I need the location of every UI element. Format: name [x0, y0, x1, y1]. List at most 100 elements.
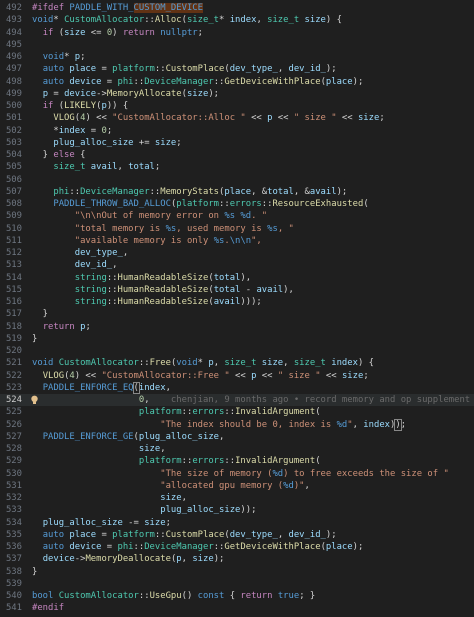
code-line[interactable]: 507 phi::DeviceManager::MemoryStats(plac… [0, 186, 474, 198]
line-number[interactable]: 539 [0, 578, 22, 590]
line-number[interactable]: 525 [0, 406, 22, 418]
line-number[interactable]: 495 [0, 39, 22, 51]
line-number[interactable]: 510 [0, 223, 22, 235]
line-number[interactable]: 503 [0, 137, 22, 149]
code-line[interactable]: 504 } else { [0, 149, 474, 161]
line-number[interactable]: 514 [0, 272, 22, 284]
code-line[interactable]: 500 if (LIKELY(p)) { [0, 100, 474, 112]
line-number[interactable]: 505 [0, 161, 22, 173]
code-line[interactable]: 511 "available memory is only %s.\n\n", [0, 235, 474, 247]
line-number[interactable]: 521 [0, 357, 22, 369]
line-number[interactable]: 500 [0, 100, 22, 112]
code-line[interactable]: 502 *index = 0; [0, 125, 474, 137]
code-line[interactable]: 505 size_t avail, total; [0, 161, 474, 173]
line-number[interactable]: 504 [0, 149, 22, 161]
line-number[interactable]: 528 [0, 443, 22, 455]
code-line[interactable]: 512 dev_type_, [0, 247, 474, 259]
code-line[interactable]: 509 "\n\nOut of memory error on %s %d. " [0, 210, 474, 222]
line-number[interactable]: 526 [0, 419, 22, 431]
line-number[interactable]: 498 [0, 76, 22, 88]
code-line[interactable]: 508 PADDLE_THROW_BAD_ALLOC (platform::err… [0, 198, 474, 210]
code-line[interactable]: 501 VLOG(4) << "CustomAllocator::Alloc "… [0, 112, 474, 124]
line-number[interactable]: 497 [0, 63, 22, 75]
line-number[interactable]: 534 [0, 517, 22, 529]
line-number[interactable]: 524 [0, 394, 22, 406]
line-number[interactable]: 531 [0, 480, 22, 492]
code-line[interactable]: 535 auto place = platform::CustomPlace(d… [0, 529, 474, 541]
line-number[interactable]: 523 [0, 382, 22, 394]
line-number[interactable]: 494 [0, 27, 22, 39]
line-number[interactable]: 540 [0, 590, 22, 602]
line-number[interactable]: 532 [0, 492, 22, 504]
code-line[interactable]: 533 plug_alloc_size)); [0, 504, 474, 516]
line-number[interactable]: 512 [0, 247, 22, 259]
line-number[interactable]: 508 [0, 198, 22, 210]
code-line[interactable]: 518 return p; [0, 321, 474, 333]
code-line[interactable]: 531 "allocated gpu memory (%d)", [0, 480, 474, 492]
line-number[interactable]: 541 [0, 602, 22, 614]
code-line[interactable]: 537 device->MemoryDeallocate(p, size); [0, 553, 474, 565]
line-number[interactable]: 511 [0, 235, 22, 247]
line-number[interactable]: 522 [0, 370, 22, 382]
code-editor[interactable]: 492 #ifdef PADDLE_WITH_CUSTOM_DEVICE 493 vo… [0, 0, 474, 617]
code-line[interactable]: 539 [0, 578, 474, 590]
code-line[interactable]: 499 p = device->MemoryAllocate(size); [0, 88, 474, 100]
code-line[interactable]: 530 "The size of memory (%d) to free exc… [0, 468, 474, 480]
line-number[interactable]: 513 [0, 259, 22, 271]
line-number[interactable]: 516 [0, 296, 22, 308]
code-line[interactable]: 523 PADDLE_ENFORCE_EQ(index, [0, 381, 474, 394]
code-line[interactable]: 526 "The index should be 0, index is %d"… [0, 418, 474, 431]
line-number[interactable]: 529 [0, 455, 22, 467]
code-line[interactable]: 525 platform::errors::InvalidArgument( [0, 406, 474, 418]
code-line[interactable]: 519} [0, 333, 474, 345]
code-line[interactable]: 516 string::HumanReadableSize(avail))); [0, 296, 474, 308]
line-number[interactable]: 518 [0, 321, 22, 333]
code-line[interactable]: 492 #ifdef PADDLE_WITH_CUSTOM_DEVICE [0, 2, 474, 14]
code-line[interactable]: 532 size, [0, 492, 474, 504]
line-number[interactable]: 537 [0, 553, 22, 565]
line-number[interactable]: 538 [0, 566, 22, 578]
line-number[interactable]: 515 [0, 284, 22, 296]
code-line[interactable]: 503 plug_alloc_size += size; [0, 137, 474, 149]
code-line[interactable]: 514 string::HumanReadableSize(total), [0, 272, 474, 284]
code-line[interactable]: 529 platform::errors::InvalidArgument( [0, 455, 474, 467]
code-line[interactable]: 495 [0, 39, 474, 51]
line-number[interactable]: 519 [0, 333, 22, 345]
code-line[interactable]: 541 #endif [0, 602, 474, 614]
line-number[interactable]: 499 [0, 88, 22, 100]
line-number[interactable]: 533 [0, 504, 22, 516]
code-line[interactable]: 494 if (size <= 0) return nullptr; [0, 27, 474, 39]
code-line[interactable]: 527 PADDLE_ENFORCE_GE(plug_alloc_size, [0, 431, 474, 443]
line-number[interactable]: 527 [0, 431, 22, 443]
code-line[interactable]: 497 auto place = platform::CustomPlace(d… [0, 63, 474, 75]
line-number[interactable]: 520 [0, 345, 22, 357]
code-line[interactable]: 524 0, chenjian, 9 months ago • record m… [0, 394, 474, 407]
code-line[interactable]: 536 auto device = phi::DeviceManager::Ge… [0, 541, 474, 553]
code-line[interactable]: 498 auto device = phi::DeviceManager::Ge… [0, 76, 474, 88]
line-number[interactable]: 502 [0, 125, 22, 137]
code-line[interactable]: 513 dev_id_, [0, 259, 474, 271]
line-number[interactable]: 492 [0, 2, 22, 14]
code-line[interactable]: 493 void* CustomAllocator::Alloc(size_t* … [0, 14, 474, 26]
code-line[interactable]: 517 } [0, 308, 474, 320]
code-line[interactable]: 506 [0, 174, 474, 186]
line-number[interactable]: 509 [0, 210, 22, 222]
line-number[interactable]: 536 [0, 541, 22, 553]
line-number[interactable]: 493 [0, 14, 22, 26]
line-number[interactable]: 530 [0, 468, 22, 480]
code-line[interactable]: 538} [0, 566, 474, 578]
code-line[interactable]: 496 void* p; [0, 51, 474, 63]
code-line[interactable]: 520 [0, 345, 474, 357]
line-number[interactable]: 501 [0, 112, 22, 124]
code-line[interactable]: 510 "total memory is %s, used memory is … [0, 223, 474, 235]
code-line[interactable]: 540 bool CustomAllocator::UseGpu() const … [0, 590, 474, 602]
line-number[interactable]: 507 [0, 186, 22, 198]
code-line[interactable]: 528 size, [0, 443, 474, 455]
code-line[interactable]: 521 void CustomAllocator::Free(void* p, s… [0, 357, 474, 369]
line-number[interactable]: 535 [0, 529, 22, 541]
code-line[interactable]: 534 plug_alloc_size -= size; [0, 517, 474, 529]
line-number[interactable]: 517 [0, 308, 22, 320]
code-line[interactable]: 515 string::HumanReadableSize(total - av… [0, 284, 474, 296]
code-line[interactable]: 522 VLOG(4) << "CustomAllocator::Free " … [0, 370, 474, 382]
line-number[interactable]: 496 [0, 51, 22, 63]
